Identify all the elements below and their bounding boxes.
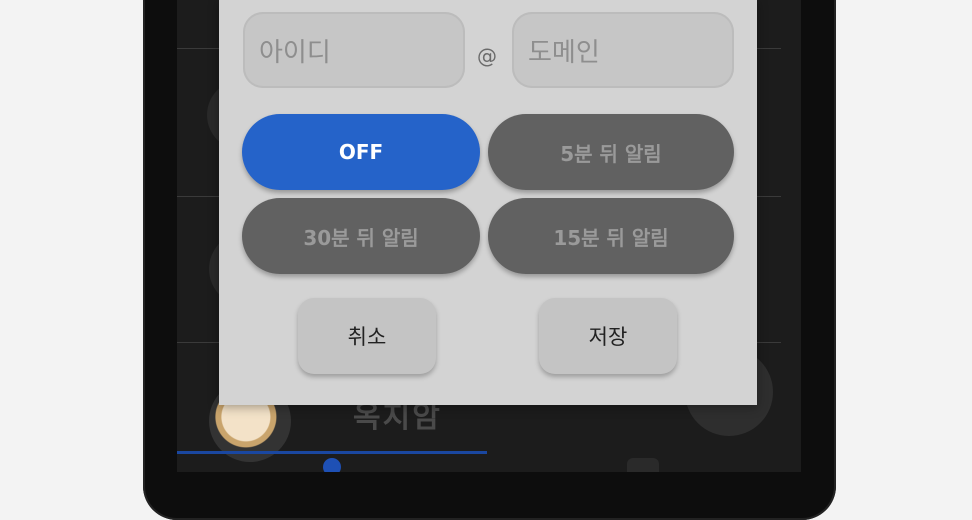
email-id-field[interactable]: 아이디 <box>243 12 465 88</box>
nav-person-icon <box>323 458 341 472</box>
alarm-option-15min[interactable]: 15분 뒤 알림 <box>488 198 734 274</box>
nav-tab-indicator <box>177 451 487 454</box>
email-id-placeholder: 아이디 <box>259 37 331 68</box>
cancel-button[interactable]: 취소 <box>298 298 436 374</box>
save-button[interactable]: 저장 <box>539 298 677 374</box>
email-domain-placeholder: 도메인 <box>528 37 600 68</box>
at-symbol: @ <box>477 44 497 68</box>
email-domain-field[interactable]: 도메인 <box>512 12 734 88</box>
nav-settings-icon <box>627 458 659 472</box>
alarm-option-off[interactable]: OFF <box>242 114 480 190</box>
alarm-option-30min[interactable]: 30분 뒤 알림 <box>242 198 480 274</box>
alarm-option-5min[interactable]: 5분 뒤 알림 <box>488 114 734 190</box>
alarm-settings-dialog: 아이디 @ 도메인 OFF 5분 뒤 알림 30분 뒤 알림 15분 뒤 알림 … <box>219 0 757 405</box>
